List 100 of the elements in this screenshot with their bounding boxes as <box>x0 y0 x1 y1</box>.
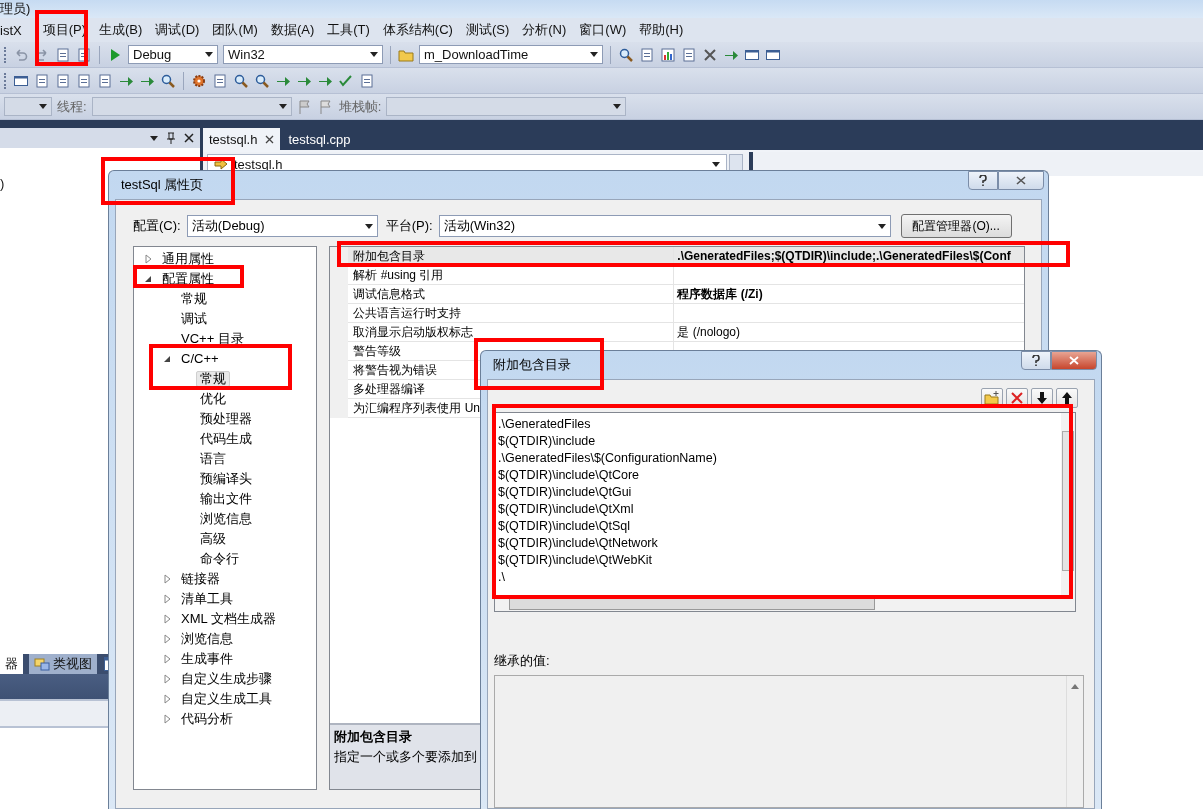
scroll-up-icon[interactable] <box>1071 684 1079 689</box>
collapsed-arrow-icon[interactable] <box>164 634 171 644</box>
expanded-arrow-icon[interactable] <box>164 355 171 363</box>
document-icon[interactable] <box>212 72 228 89</box>
expanded-arrow-icon[interactable] <box>145 275 152 283</box>
tree-item[interactable]: XML 文档生成器 <box>177 611 280 627</box>
path-item[interactable]: $(QTDIR)\include\QtSql <box>498 518 1058 535</box>
tree-item[interactable]: 常规 <box>196 371 230 387</box>
magnifier-icon[interactable] <box>254 72 270 89</box>
path-item[interactable]: $(QTDIR)\include\QtNetwork <box>498 535 1058 552</box>
tree-item[interactable]: 浏览信息 <box>196 511 256 527</box>
configuration-dropdown[interactable]: Debug <box>128 45 218 64</box>
collapsed-arrow-icon[interactable] <box>164 594 171 604</box>
magnifier-icon[interactable] <box>618 46 634 63</box>
process-dropdown[interactable] <box>4 97 52 116</box>
menu-item[interactable]: 窗口(W) <box>573 21 634 39</box>
close-button[interactable] <box>1051 351 1097 370</box>
configuration-manager-button[interactable]: 配置管理器(O)... <box>900 214 1012 238</box>
tree-item[interactable]: 高级 <box>196 531 230 547</box>
menu-item[interactable]: 数据(A) <box>264 21 322 39</box>
property-row[interactable]: 公共语言运行时支持 <box>348 304 1024 323</box>
find-dropdown[interactable]: m_DownloadTime <box>419 45 603 64</box>
tree-item[interactable]: 输出文件 <box>196 491 256 507</box>
menu-item[interactable]: 帮助(H) <box>633 21 691 39</box>
document-icon[interactable] <box>681 46 697 63</box>
property-row[interactable]: 取消显示启动版权标志 是 (/nologo) <box>348 323 1024 342</box>
property-value: 是 (/nologo) <box>676 323 742 341</box>
tree-item[interactable]: 常规 <box>177 291 211 307</box>
tree-item[interactable]: ) <box>0 176 5 191</box>
platform-dropdown[interactable]: 活动(Win32) <box>438 215 891 237</box>
collapsed-arrow-icon[interactable] <box>164 614 171 624</box>
document-icon[interactable] <box>359 72 375 89</box>
tree-item[interactable]: 配置属性 <box>158 271 218 287</box>
gear-icon[interactable] <box>191 72 207 89</box>
tree-item[interactable]: 清单工具 <box>177 591 237 607</box>
collapsed-arrow-icon[interactable] <box>164 574 171 584</box>
tree-item[interactable]: 代码生成 <box>196 431 256 447</box>
close-button[interactable] <box>998 171 1044 190</box>
menu-item[interactable]: 工具(T) <box>321 21 377 39</box>
document-icon[interactable] <box>55 72 71 89</box>
collapsed-arrow-icon[interactable] <box>164 694 171 704</box>
path-item[interactable]: .\GeneratedFiles <box>498 416 1058 433</box>
tree-item[interactable]: 预处理器 <box>196 411 256 427</box>
pin-icon[interactable] <box>166 132 176 144</box>
path-item[interactable]: .\ <box>498 569 1058 586</box>
chart-icon[interactable] <box>660 46 676 63</box>
document-icon[interactable] <box>76 46 92 63</box>
tree-item[interactable]: 语言 <box>196 451 230 467</box>
document-icon[interactable] <box>76 72 92 89</box>
close-icon[interactable] <box>265 134 275 144</box>
file-tab[interactable]: testsql.h <box>203 128 281 150</box>
tree-item[interactable]: 预编译头 <box>196 471 256 487</box>
magnifier-icon[interactable] <box>233 72 249 89</box>
tree-item[interactable]: C/C++ <box>177 351 223 367</box>
collapsed-arrow-icon[interactable] <box>164 674 171 684</box>
tree-item[interactable]: 命令行 <box>196 551 243 567</box>
path-item[interactable]: $(QTDIR)\include\QtWebKit <box>498 552 1058 569</box>
tree-item[interactable]: VC++ 目录 <box>177 331 248 347</box>
tree-item[interactable]: 自定义生成步骤 <box>177 671 276 687</box>
platform-dropdown[interactable]: Win32 <box>223 45 383 64</box>
stack-frame-label: 堆栈帧: <box>338 97 382 116</box>
document-icon[interactable] <box>97 72 113 89</box>
document-icon[interactable] <box>639 46 655 63</box>
path-item[interactable]: $(QTDIR)\include <box>498 433 1058 450</box>
document-icon[interactable] <box>55 46 71 63</box>
file-tab[interactable]: testsql.cpp <box>282 128 357 150</box>
menu-item[interactable]: 团队(M) <box>206 21 265 39</box>
collapsed-arrow-icon[interactable] <box>145 254 152 264</box>
document-icon[interactable] <box>34 72 50 89</box>
menu-item[interactable]: 分析(N) <box>516 21 574 39</box>
tree-item[interactable]: 自定义生成工具 <box>177 691 276 707</box>
menu-item[interactable]: 体系结构(C) <box>376 21 460 39</box>
property-name: 调试信息格式 <box>348 285 675 303</box>
collapsed-arrow-icon[interactable] <box>164 654 171 664</box>
path-item[interactable]: .\GeneratedFiles\$(ConfigurationName) <box>498 450 1058 467</box>
help-button[interactable] <box>968 171 998 190</box>
tree-item[interactable]: 通用属性 <box>158 251 218 267</box>
tree-item[interactable]: 生成事件 <box>177 651 237 667</box>
panel-tab[interactable]: 类视图 <box>29 654 97 674</box>
tree-item[interactable]: 调试 <box>177 311 211 327</box>
tree-item[interactable]: 链接器 <box>177 571 224 587</box>
help-button[interactable] <box>1021 351 1051 370</box>
property-row[interactable]: 调试信息格式 程序数据库 (/Zi) <box>348 285 1024 304</box>
tree-item[interactable]: 浏览信息 <box>177 631 237 647</box>
panel-tab[interactable]: 器 <box>0 654 23 674</box>
tree-item[interactable]: 优化 <box>196 391 230 407</box>
configuration-dropdown[interactable]: 活动(Debug) <box>186 215 378 237</box>
path-item[interactable]: $(QTDIR)\include\QtXml <box>498 501 1058 518</box>
caret-icon <box>39 104 47 109</box>
path-item[interactable]: $(QTDIR)\include\QtCore <box>498 467 1058 484</box>
magnifier-icon[interactable] <box>160 72 176 89</box>
menu-item[interactable]: 测试(S) <box>459 21 517 39</box>
menu-item[interactable]: 生成(B) <box>93 21 150 39</box>
tree-item[interactable]: 代码分析 <box>177 711 237 727</box>
close-icon[interactable] <box>184 133 194 143</box>
path-item[interactable]: $(QTDIR)\include\QtGui <box>498 484 1058 501</box>
menu-item[interactable]: 调试(D) <box>149 21 207 39</box>
property-value: 程序数据库 (/Zi) <box>676 285 764 303</box>
menu-item[interactable]: istX <box>0 22 29 38</box>
collapsed-arrow-icon[interactable] <box>164 714 171 724</box>
